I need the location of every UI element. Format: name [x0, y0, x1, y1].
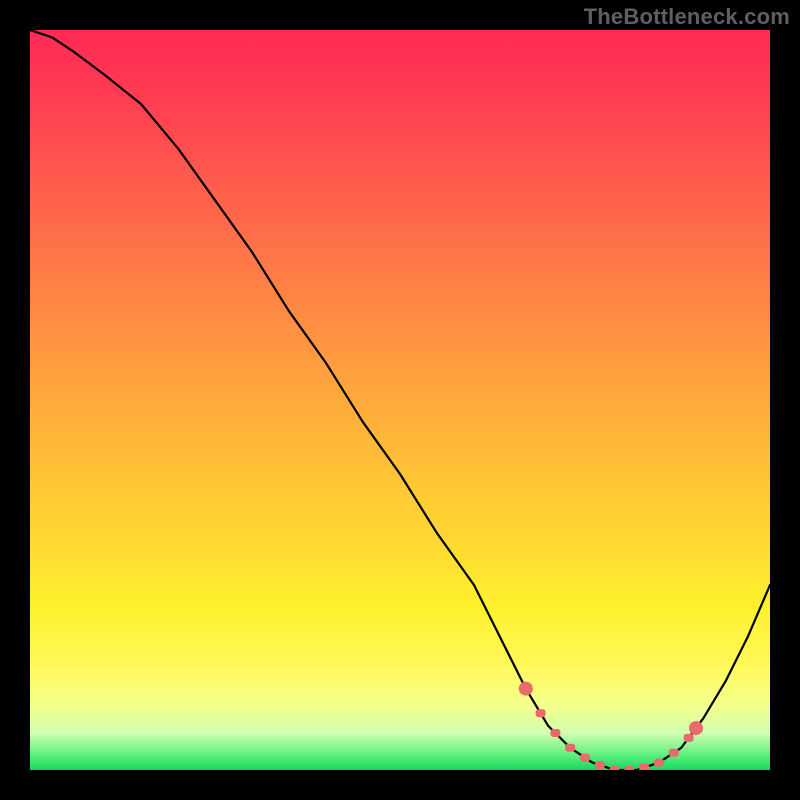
optimal-range-marker	[550, 729, 560, 737]
optimal-range-markers	[519, 682, 703, 770]
optimal-range-marker	[684, 734, 694, 742]
optimal-range-marker	[624, 766, 634, 770]
optimal-range-marker	[610, 766, 620, 770]
optimal-range-marker	[565, 744, 575, 752]
optimal-range-marker	[595, 761, 605, 769]
bottleneck-curve	[30, 30, 770, 770]
optimal-range-marker	[536, 709, 546, 717]
optimal-range-marker	[654, 759, 664, 767]
optimal-range-marker	[580, 754, 590, 762]
optimal-range-marker	[639, 764, 649, 771]
optimal-range-endpoint	[689, 721, 703, 735]
optimal-range-marker	[669, 749, 679, 757]
plot-area	[30, 30, 770, 770]
chart-frame: TheBottleneck.com	[0, 0, 800, 800]
optimal-range-endpoint	[519, 682, 533, 696]
curve-layer	[30, 30, 770, 770]
watermark-text: TheBottleneck.com	[584, 4, 790, 30]
